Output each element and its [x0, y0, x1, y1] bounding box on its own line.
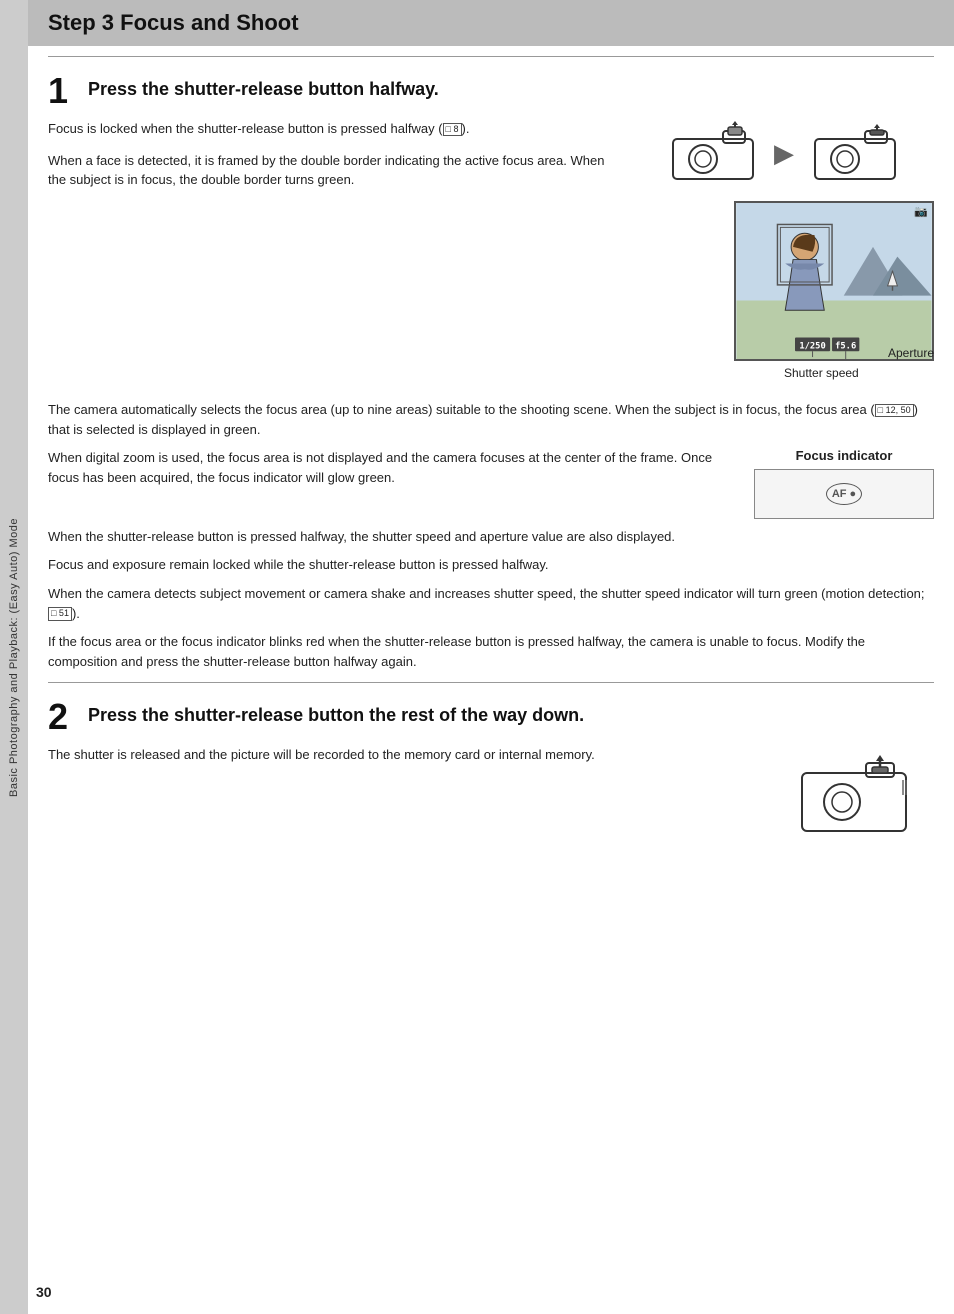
sidebar: Basic Photography and Playback: (Easy Au… — [0, 0, 28, 1314]
camera-fullpress-icon — [810, 119, 900, 187]
body3: When the shutter-release button is press… — [48, 527, 934, 547]
content-area: 1 Press the shutter-release button halfw… — [28, 56, 954, 843]
sidebar-label: Basic Photography and Playback: (Easy Au… — [8, 518, 20, 797]
aperture-label: Aperture — [888, 346, 934, 360]
camera-fullpress-svg — [794, 745, 914, 840]
shutter-speed-label: Shutter speed — [784, 366, 859, 380]
af-indicator: AF ● — [826, 483, 862, 505]
step1-header: 1 Press the shutter-release button halfw… — [48, 73, 934, 109]
step2-title: Press the shutter-release button the res… — [88, 699, 584, 726]
viewfinder-svg: 1/250 f5.6 — [734, 201, 934, 361]
viewfinder-labels: Shutter speed Aperture — [734, 364, 934, 400]
step2-header: 2 Press the shutter-release button the r… — [48, 699, 934, 735]
arrow-icon: ▶ — [774, 138, 794, 169]
svg-text:f5.6: f5.6 — [835, 341, 856, 351]
focus-indicator-section: When digital zoom is used, the focus are… — [48, 448, 934, 519]
step2-left: The shutter is released and the picture … — [48, 745, 774, 843]
body6: If the focus area or the focus indicator… — [48, 632, 934, 672]
step1-desc2: When a face is detected, it is framed by… — [48, 151, 614, 190]
step2-number: 2 — [48, 699, 76, 735]
page-number: 30 — [36, 1284, 52, 1300]
body2: When digital zoom is used, the focus are… — [48, 448, 734, 488]
step2-body: The shutter is released and the picture … — [48, 745, 934, 843]
body1: The camera automatically selects the foc… — [48, 400, 934, 440]
step1-section: 1 Press the shutter-release button halfw… — [48, 56, 934, 672]
page-header: Step 3 Focus and Shoot — [28, 0, 954, 46]
focus-indicator-box: AF ● — [754, 469, 934, 519]
step1-body: Focus is locked when the shutter-release… — [48, 119, 934, 400]
focus-indicator-right: Focus indicator AF ● — [754, 448, 934, 519]
step1-number: 1 — [48, 73, 76, 109]
svg-text:1/250: 1/250 — [799, 341, 825, 351]
body4: Focus and exposure remain locked while t… — [48, 555, 934, 575]
focus-indicator-left: When digital zoom is used, the focus are… — [48, 448, 734, 519]
step1-desc1: Focus is locked when the shutter-release… — [48, 119, 614, 139]
step1-title: Press the shutter-release button halfway… — [88, 73, 439, 100]
step2-right — [794, 745, 934, 843]
step2-desc: The shutter is released and the picture … — [48, 745, 774, 765]
camera-halfway-icon — [668, 119, 758, 187]
page-title: Step 3 Focus and Shoot — [48, 10, 934, 36]
body5: When the camera detects subject movement… — [48, 584, 934, 624]
focus-indicator-label: Focus indicator — [754, 448, 934, 463]
step1-left: Focus is locked when the shutter-release… — [48, 119, 614, 400]
main-content: Step 3 Focus and Shoot 1 Press the shutt… — [28, 0, 954, 883]
step1-right: ▶ — [634, 119, 934, 400]
shutter-diagram-top: ▶ — [634, 119, 934, 187]
viewfinder-wrap: 📷 — [634, 201, 934, 400]
step2-section: 2 Press the shutter-release button the r… — [48, 682, 934, 843]
camera-vf-icon: 📷 — [914, 205, 928, 218]
